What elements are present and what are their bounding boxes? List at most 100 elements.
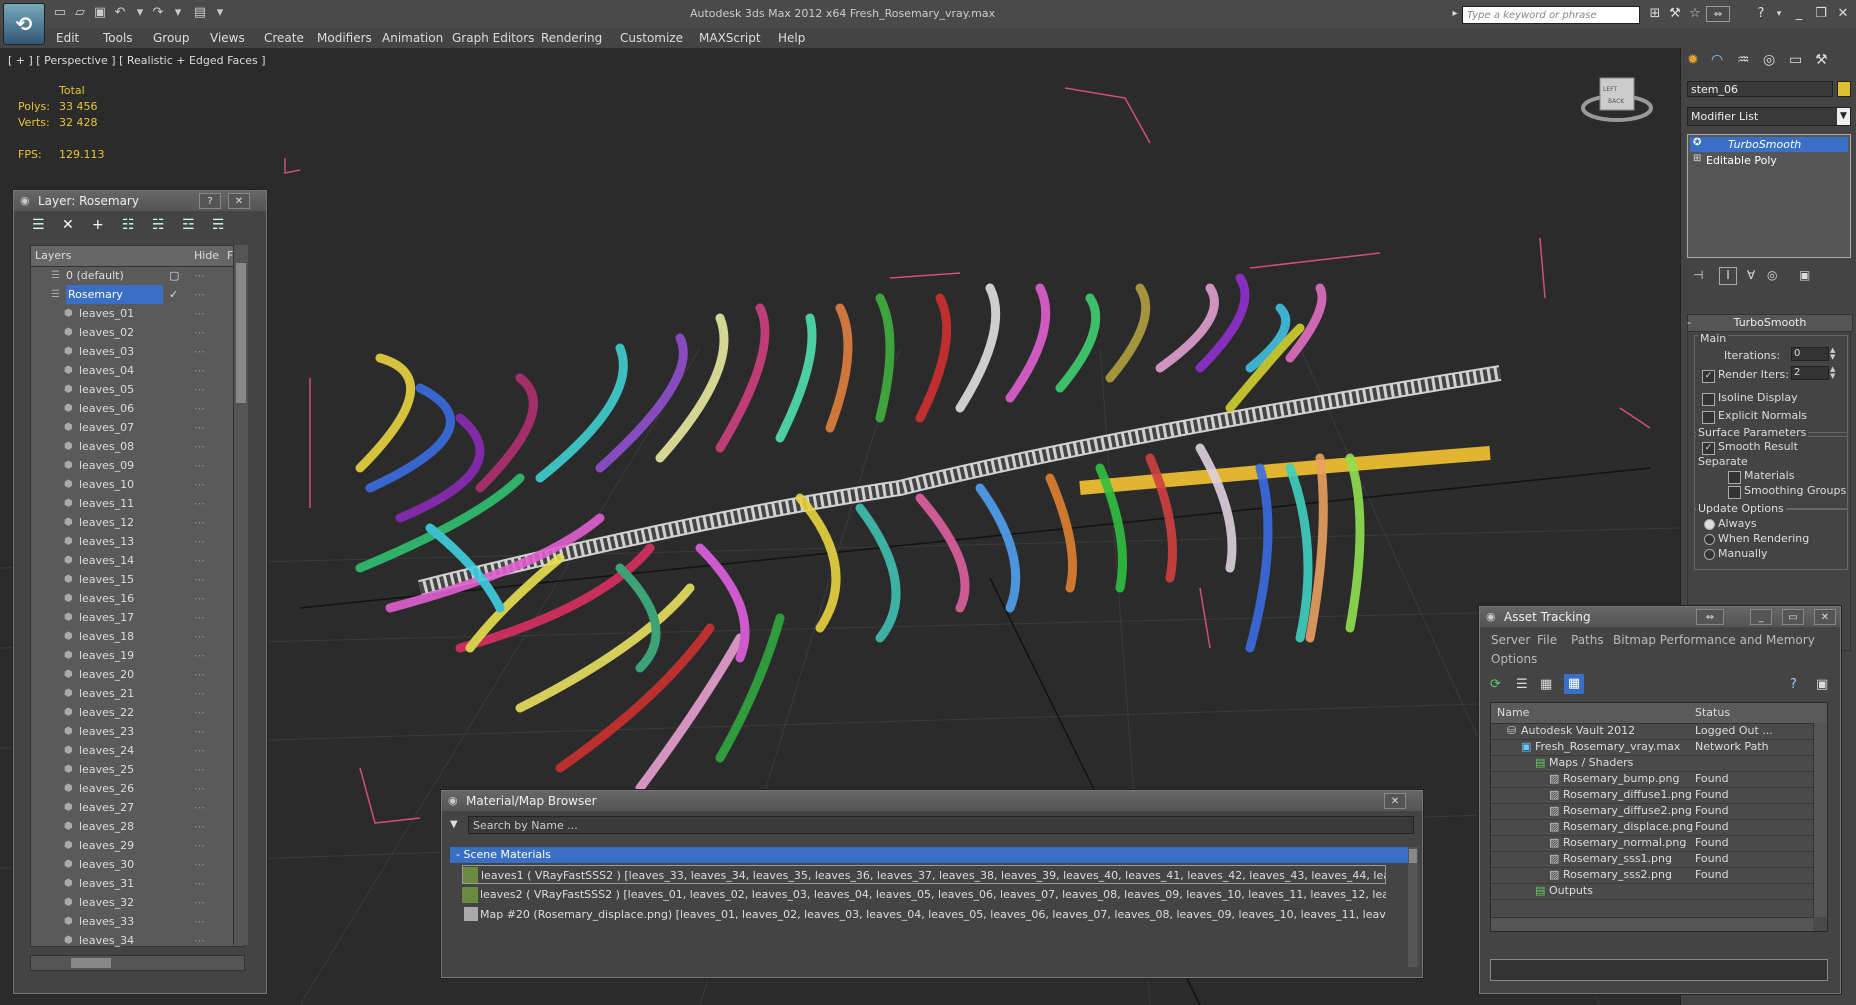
hide-toggle[interactable]: ⋯ [194,779,205,798]
favorites-icon[interactable]: ☆ [1686,6,1704,22]
layer-row[interactable]: ⬢ leaves_11 ⋯ [31,494,231,513]
material-row-map20[interactable]: Map #20 (Rosemary_displace.png) [leaves_… [462,905,1386,924]
material-browser-scrollbar[interactable] [1408,847,1418,967]
hide-toggle[interactable]: ⋯ [194,741,205,760]
viewcube[interactable] [1596,80,1638,118]
hide-toggle[interactable]: ⋯ [194,437,205,456]
hide-toggle[interactable]: ⋯ [194,494,205,513]
redo-dropdown-icon[interactable]: ▾ [170,5,186,21]
hide-toggle[interactable]: ⋯ [194,380,205,399]
layer-row[interactable]: ⬢ leaves_06 ⋯ [31,399,231,418]
list-view-icon[interactable]: ☰ [1516,677,1528,692]
redo-icon[interactable]: ↷ [150,5,166,21]
hide-toggle[interactable]: ⋯ [194,323,205,342]
menu-animation[interactable]: Animation [382,31,443,45]
motion-tab-icon[interactable]: ◎ [1763,52,1775,68]
col-layers-header[interactable]: Layers [35,249,71,262]
asset-row[interactable]: ▤ Maps / Shaders [1491,755,1813,772]
hide-toggle[interactable]: ⋯ [194,551,205,570]
layer-row[interactable]: ⬢ leaves_22 ⋯ [31,703,231,722]
layer-row[interactable]: ⬢ leaves_25 ⋯ [31,760,231,779]
layer-row[interactable]: ⬢ leaves_28 ⋯ [31,817,231,836]
always-radio[interactable] [1704,519,1715,530]
asset-tracking-dock-button[interactable]: ⇔ [1696,609,1724,625]
hide-toggle[interactable]: ⋯ [194,855,205,874]
asset-tracking-maximize-button[interactable]: ▭ [1782,609,1804,625]
layer-row[interactable]: ⬢ leaves_30 ⋯ [31,855,231,874]
layer-row[interactable]: ⬢ leaves_03 ⋯ [31,342,231,361]
menu-tools[interactable]: Tools [103,31,133,45]
hide-all-icon[interactable]: ☲ [182,217,195,233]
layer-hscroll-thumb[interactable] [71,958,111,968]
col-status-header[interactable]: Status [1695,706,1730,719]
asset-row[interactable]: ▨ Rosemary_sss2.png Found [1491,867,1813,884]
layer-row[interactable]: ⬢ leaves_24 ⋯ [31,741,231,760]
hide-toggle[interactable]: ⋯ [194,836,205,855]
asset-row[interactable]: ▨ Rosemary_sss1.png Found [1491,851,1813,868]
chevron-down-icon[interactable]: ▼ [1837,108,1850,125]
layer-row[interactable]: ⬢ leaves_02 ⋯ [31,323,231,342]
hide-toggle[interactable]: ⋯ [194,532,205,551]
menu-edit[interactable]: Edit [56,31,79,45]
hide-toggle[interactable]: ⋯ [194,285,205,304]
smoothing-groups-checkbox[interactable] [1728,486,1741,499]
help-dropdown-icon[interactable]: ▾ [1770,6,1788,22]
material-row-leaves2[interactable]: leaves2 ( VRayFastSSS2 ) [leaves_01, lea… [462,885,1386,904]
layer-row[interactable]: ⬢ leaves_27 ⋯ [31,798,231,817]
asset-row[interactable]: ▣ Fresh_Rosemary_vray.max Network Path [1491,739,1813,756]
layer-panel-help-button[interactable]: ? [199,193,221,209]
viewport-label[interactable]: [ + ] [ Perspective ] [ Realistic + Edge… [8,54,266,67]
manually-radio[interactable] [1704,549,1715,560]
asset-row[interactable]: ▤ Outputs [1491,883,1813,900]
project-folder-icon[interactable]: ▤ [192,5,208,21]
rollout-collapse-icon[interactable]: - [1687,316,1691,329]
save-icon[interactable]: ▣ [92,5,108,21]
explicit-normals-checkbox[interactable] [1702,411,1715,424]
light-bulb-icon[interactable]: ✪ [1693,137,1701,148]
create-layer-icon[interactable]: ☰ [32,217,45,233]
hide-toggle[interactable]: ⋯ [194,361,205,380]
layer-row[interactable]: ⬢ leaves_04 ⋯ [31,361,231,380]
layer-row[interactable]: ⬢ leaves_14 ⋯ [31,551,231,570]
hide-toggle[interactable]: ⋯ [194,817,205,836]
expand-plus-icon[interactable]: ⊞ [1693,153,1701,164]
layer-row[interactable]: ⬢ leaves_12 ⋯ [31,513,231,532]
app-logo-button[interactable]: ⟲ [3,3,45,45]
layer-row[interactable]: ⬢ leaves_21 ⋯ [31,684,231,703]
object-color-swatch[interactable] [1837,81,1851,97]
current-layer-check-icon[interactable]: ✓ [169,285,178,304]
at-menu-bitmap[interactable]: Bitmap Performance and Memory [1613,633,1815,647]
menu-create[interactable]: Create [264,31,304,45]
create-tab-icon[interactable]: ✹ [1687,52,1699,68]
asset-path-field[interactable] [1490,959,1828,981]
hierarchy-tab-icon[interactable]: ♒ [1737,52,1750,68]
pin-stack-icon[interactable]: ⊣ [1693,268,1703,282]
layer-row[interactable]: ⬢ leaves_33 ⋯ [31,912,231,931]
current-layer-box[interactable]: ▢ [169,266,179,285]
menu-customize[interactable]: Customize [620,31,683,45]
menu-rendering[interactable]: Rendering [541,31,602,45]
hide-toggle[interactable]: ⋯ [194,589,205,608]
hide-toggle[interactable]: ⋯ [194,513,205,532]
layer-row[interactable]: ⬢ leaves_07 ⋯ [31,418,231,437]
select-objects-icon[interactable]: ☷ [122,217,135,233]
open-file-icon[interactable]: ▱ [72,5,88,21]
utilities-tab-icon[interactable]: ⚒ [1815,52,1828,68]
hide-toggle[interactable]: ⋯ [194,665,205,684]
restore-window-icon[interactable]: ❐ [1812,6,1830,22]
display-tab-icon[interactable]: ▭ [1789,52,1802,68]
isoline-display-checkbox[interactable] [1702,393,1715,406]
asset-row[interactable]: ▨ Rosemary_diffuse2.png Found [1491,803,1813,820]
layer-row[interactable]: ⬢ leaves_08 ⋯ [31,437,231,456]
hide-toggle[interactable]: ⋯ [194,418,205,437]
layer-row[interactable]: ⬢ leaves_29 ⋯ [31,836,231,855]
undo-dropdown-icon[interactable]: ▾ [132,5,148,21]
menu-group[interactable]: Group [153,31,190,45]
at-menu-paths[interactable]: Paths [1571,633,1604,647]
table-view-icon[interactable]: ▦ [1564,674,1584,694]
when-rendering-radio[interactable] [1704,534,1715,545]
hide-toggle[interactable]: ⋯ [194,646,205,665]
communication-center-icon[interactable]: ⇔ [1706,6,1730,22]
hide-toggle[interactable]: ⋯ [194,912,205,931]
hide-toggle[interactable]: ⋯ [194,456,205,475]
